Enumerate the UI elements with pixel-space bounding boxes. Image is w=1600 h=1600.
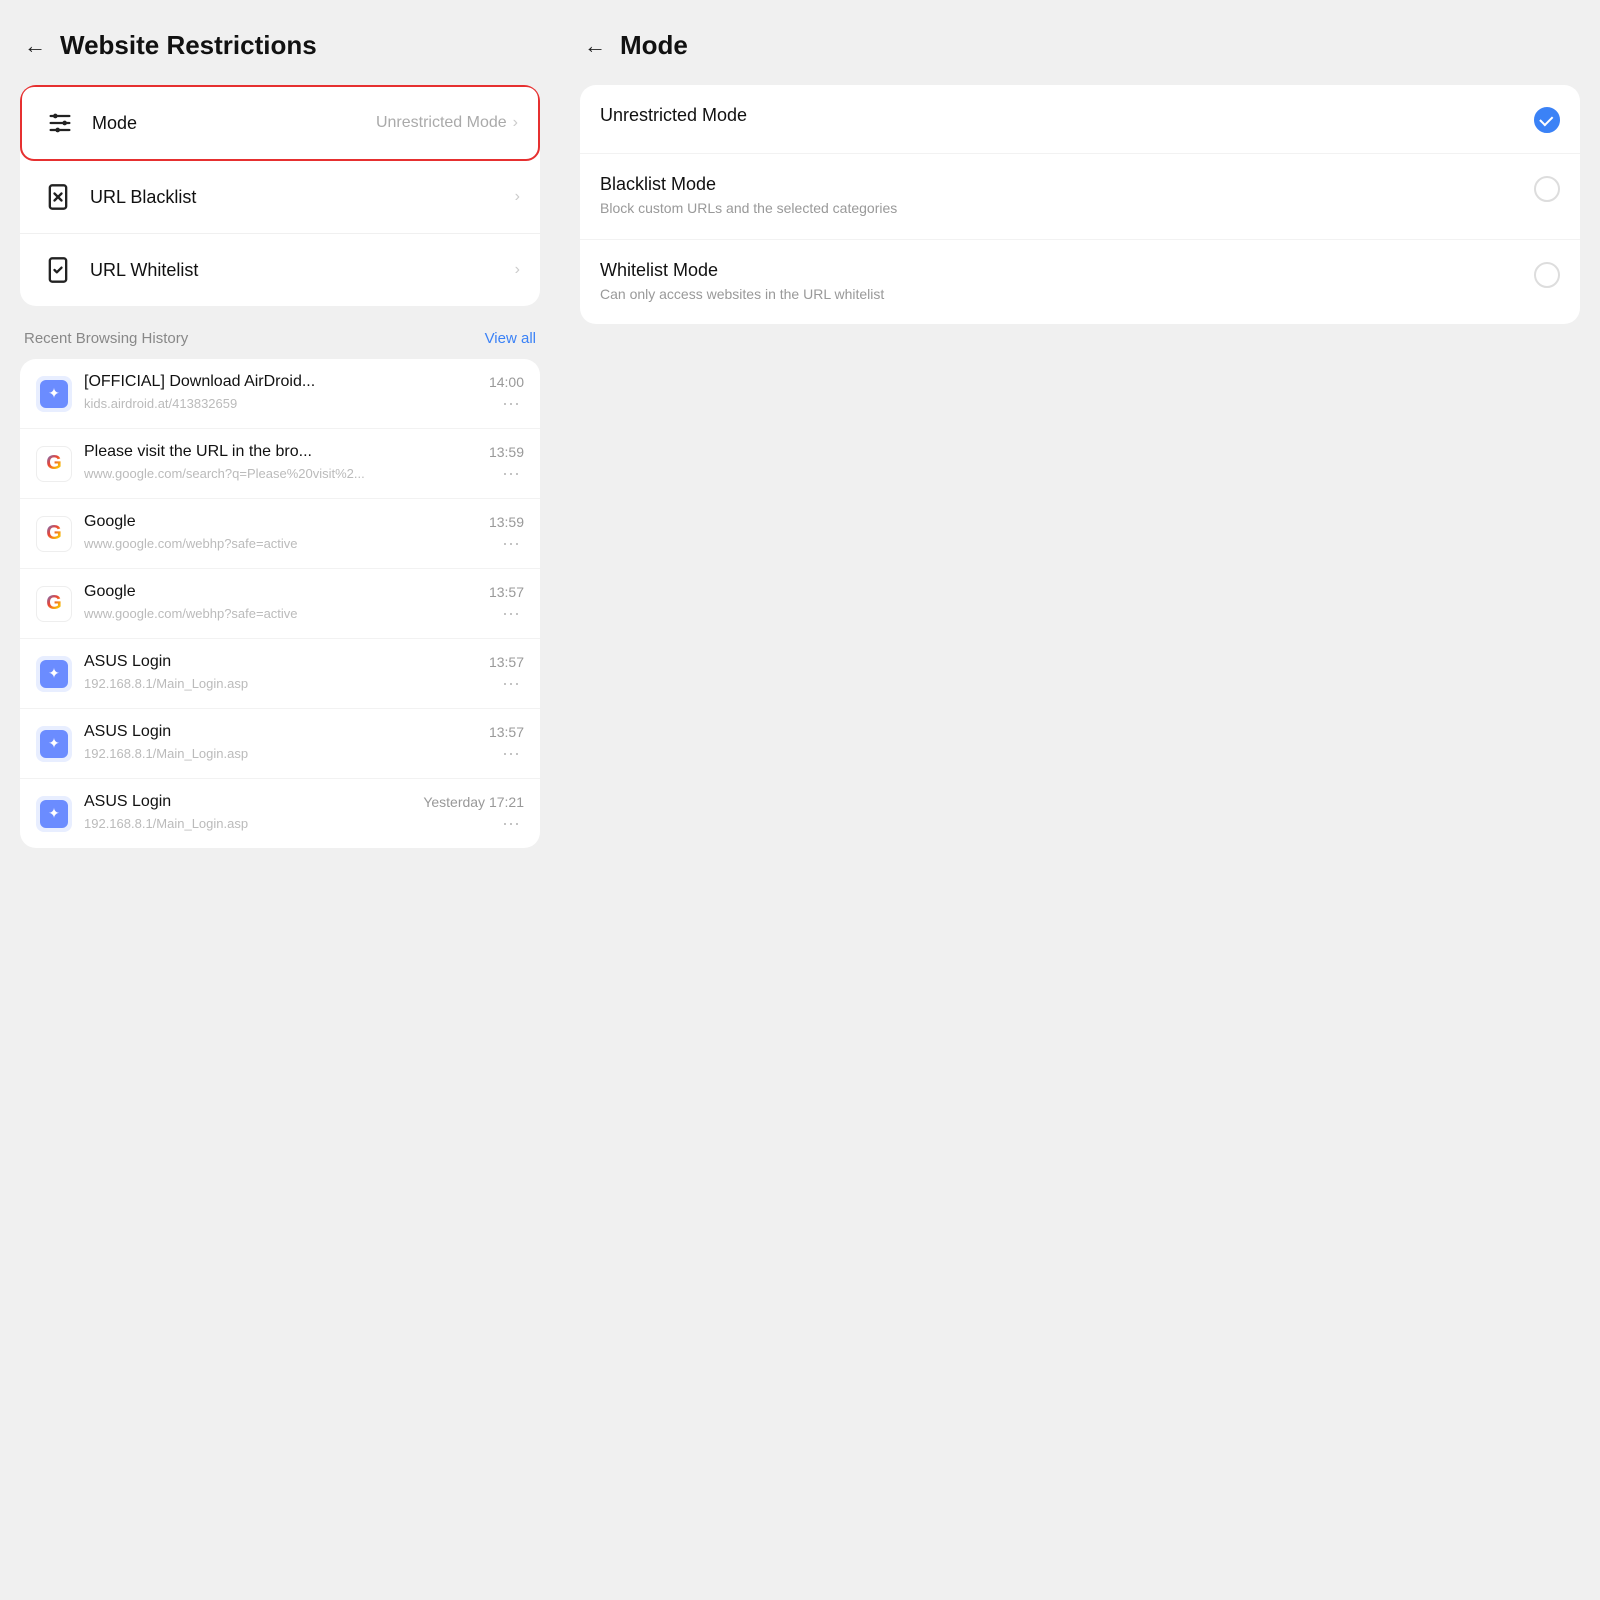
blacklist-mode-desc: Block custom URLs and the selected categ…	[600, 199, 1522, 219]
history-item-url: kids.airdroid.at/413832659	[84, 396, 237, 411]
history-item-content: ASUS Login Yesterday 17:21 192.168.8.1/M…	[84, 793, 524, 834]
favicon-airdroid	[36, 376, 72, 412]
history-item-title: ASUS Login	[84, 653, 171, 671]
url-blacklist-item[interactable]: URL Blacklist ›	[20, 161, 540, 234]
history-item-url: www.google.com/search?q=Please%20visit%2…	[84, 466, 365, 481]
history-item-time: Yesterday 17:21	[423, 794, 524, 810]
history-item-title: Please visit the URL in the bro...	[84, 443, 312, 461]
more-options-button[interactable]: ···	[498, 533, 524, 554]
blacklist-mode-radio[interactable]	[1534, 176, 1560, 202]
mode-value: Unrestricted Mode	[376, 114, 507, 132]
history-item-url: www.google.com/webhp?safe=active	[84, 536, 298, 551]
list-item[interactable]: G Google 13:57 www.google.com/webhp?safe…	[20, 569, 540, 639]
favicon-google: G	[36, 516, 72, 552]
more-options-button[interactable]: ···	[498, 743, 524, 764]
whitelist-mode-desc: Can only access websites in the URL whit…	[600, 285, 1522, 305]
whitelist-mode-content: Whitelist Mode Can only access websites …	[600, 260, 1522, 305]
favicon-google: G	[36, 586, 72, 622]
history-item-time: 13:57	[489, 654, 524, 670]
right-back-button[interactable]: ←	[584, 35, 606, 57]
history-section-label: Recent Browsing History	[24, 330, 188, 347]
unrestricted-mode-title: Unrestricted Mode	[600, 105, 1522, 126]
whitelist-chevron: ›	[515, 261, 520, 279]
history-item-url: www.google.com/webhp?safe=active	[84, 606, 298, 621]
history-item-title: ASUS Login	[84, 723, 171, 741]
history-item-title: Google	[84, 583, 136, 601]
right-header: ← Mode	[580, 30, 1580, 61]
left-back-button[interactable]: ←	[24, 35, 46, 57]
blacklist-mode-title: Blacklist Mode	[600, 174, 1522, 195]
whitelist-icon	[40, 252, 76, 288]
history-card: [OFFICIAL] Download AirDroid... 14:00 ki…	[20, 359, 540, 848]
blacklist-mode-content: Blacklist Mode Block custom URLs and the…	[600, 174, 1522, 219]
blacklist-icon	[40, 179, 76, 215]
right-panel-title: Mode	[620, 30, 688, 61]
unrestricted-mode-option[interactable]: Unrestricted Mode	[580, 85, 1580, 154]
favicon-google: G	[36, 446, 72, 482]
favicon-airdroid	[36, 726, 72, 762]
history-item-title: ASUS Login	[84, 793, 171, 811]
history-item-url: 192.168.8.1/Main_Login.asp	[84, 676, 248, 691]
history-item-time: 13:57	[489, 724, 524, 740]
list-item[interactable]: ASUS Login 13:57 192.168.8.1/Main_Login.…	[20, 709, 540, 779]
history-item-content: ASUS Login 13:57 192.168.8.1/Main_Login.…	[84, 723, 524, 764]
settings-card: Mode Unrestricted Mode › URL Blacklist ›	[20, 85, 540, 306]
blacklist-mode-option[interactable]: Blacklist Mode Block custom URLs and the…	[580, 154, 1580, 240]
favicon-airdroid	[36, 796, 72, 832]
whitelist-mode-option[interactable]: Whitelist Mode Can only access websites …	[580, 240, 1580, 325]
history-item-time: 13:57	[489, 584, 524, 600]
sliders-icon	[42, 105, 78, 141]
more-options-button[interactable]: ···	[498, 603, 524, 624]
history-item-content: Google 13:59 www.google.com/webhp?safe=a…	[84, 513, 524, 554]
history-item-content: Please visit the URL in the bro... 13:59…	[84, 443, 524, 484]
whitelist-mode-title: Whitelist Mode	[600, 260, 1522, 281]
history-item-url: 192.168.8.1/Main_Login.asp	[84, 746, 248, 761]
blacklist-chevron: ›	[515, 188, 520, 206]
more-options-button[interactable]: ···	[498, 393, 524, 414]
list-item[interactable]: ASUS Login Yesterday 17:21 192.168.8.1/M…	[20, 779, 540, 848]
view-all-link[interactable]: View all	[485, 330, 536, 347]
list-item[interactable]: G Google 13:59 www.google.com/webhp?safe…	[20, 499, 540, 569]
history-item-url: 192.168.8.1/Main_Login.asp	[84, 816, 248, 831]
url-whitelist-label: URL Whitelist	[90, 260, 515, 281]
url-whitelist-item[interactable]: URL Whitelist ›	[20, 234, 540, 306]
list-item[interactable]: ASUS Login 13:57 192.168.8.1/Main_Login.…	[20, 639, 540, 709]
more-options-button[interactable]: ···	[498, 673, 524, 694]
mode-chevron: ›	[513, 114, 518, 132]
favicon-airdroid	[36, 656, 72, 692]
list-item[interactable]: G Please visit the URL in the bro... 13:…	[20, 429, 540, 499]
history-item-content: ASUS Login 13:57 192.168.8.1/Main_Login.…	[84, 653, 524, 694]
history-section-header: Recent Browsing History View all	[20, 330, 540, 347]
history-item-title: [OFFICIAL] Download AirDroid...	[84, 373, 315, 391]
history-item-time: 14:00	[489, 374, 524, 390]
more-options-button[interactable]: ···	[498, 463, 524, 484]
history-item-content: Google 13:57 www.google.com/webhp?safe=a…	[84, 583, 524, 624]
history-item-title: Google	[84, 513, 136, 531]
right-panel: ← Mode Unrestricted Mode Blacklist Mode …	[560, 0, 1600, 1600]
history-item-time: 13:59	[489, 514, 524, 530]
mode-selection-card: Unrestricted Mode Blacklist Mode Block c…	[580, 85, 1580, 324]
url-blacklist-label: URL Blacklist	[90, 187, 515, 208]
list-item[interactable]: [OFFICIAL] Download AirDroid... 14:00 ki…	[20, 359, 540, 429]
unrestricted-mode-radio[interactable]	[1534, 107, 1560, 133]
mode-settings-item[interactable]: Mode Unrestricted Mode ›	[20, 85, 540, 161]
unrestricted-mode-content: Unrestricted Mode	[600, 105, 1522, 130]
whitelist-mode-radio[interactable]	[1534, 262, 1560, 288]
left-panel-title: Website Restrictions	[60, 30, 317, 61]
left-panel: ← Website Restrictions Mode Unrestricted…	[0, 0, 560, 1600]
mode-label: Mode	[92, 113, 376, 134]
history-item-time: 13:59	[489, 444, 524, 460]
left-header: ← Website Restrictions	[20, 30, 540, 61]
history-item-content: [OFFICIAL] Download AirDroid... 14:00 ki…	[84, 373, 524, 414]
more-options-button[interactable]: ···	[498, 813, 524, 834]
